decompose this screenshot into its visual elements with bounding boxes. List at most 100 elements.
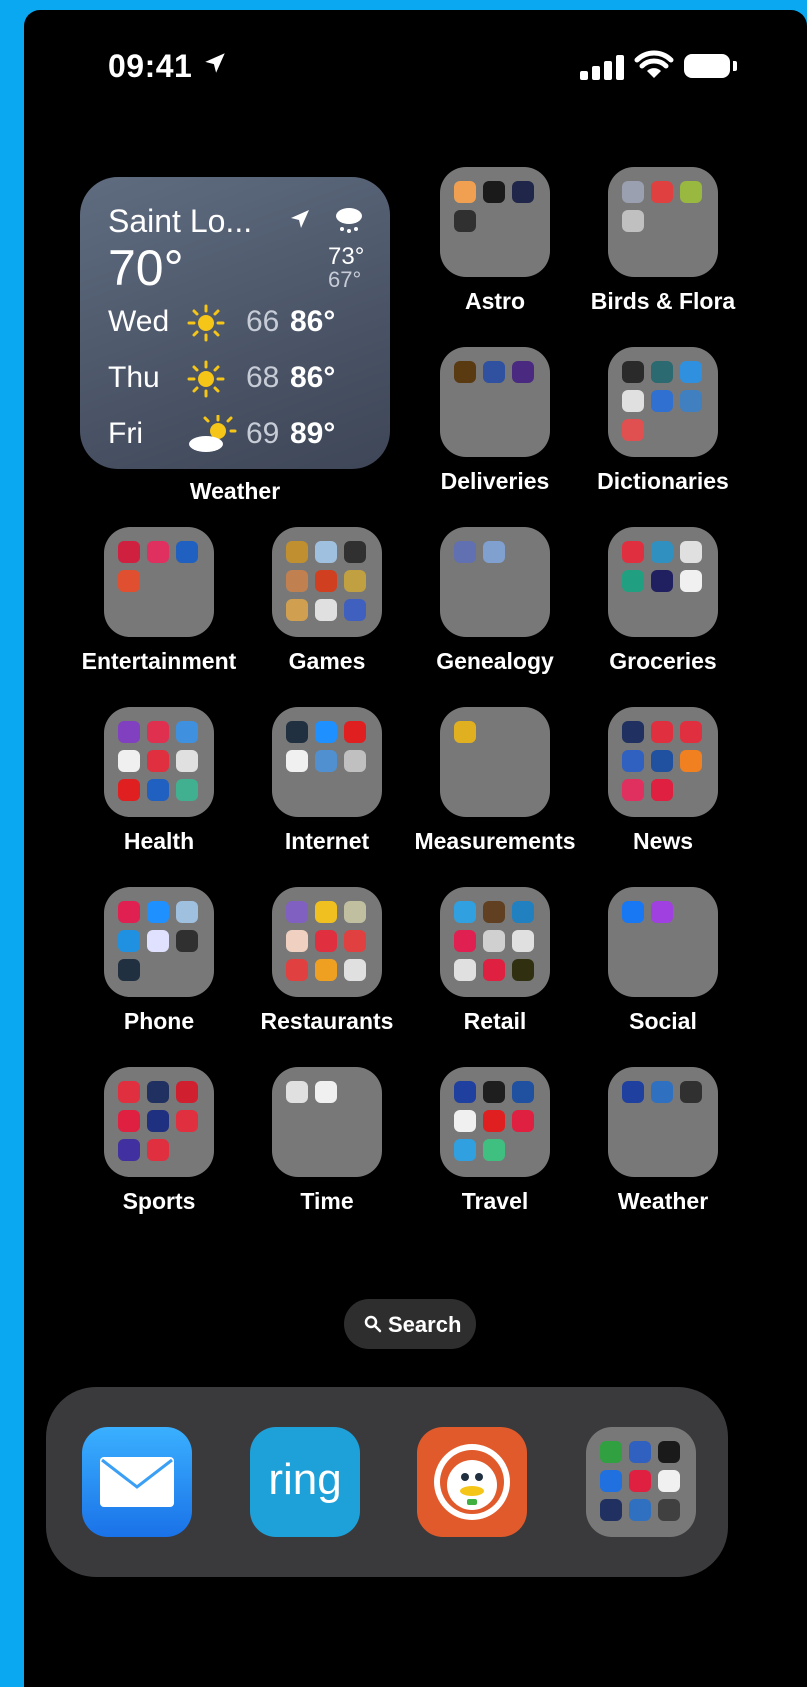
folder-label: Deliveries	[440, 468, 550, 494]
dock-folder[interactable]	[586, 1427, 696, 1537]
mini-app-icon	[344, 901, 366, 923]
mail-app-icon[interactable]	[82, 1427, 192, 1537]
mini-app-icon	[118, 1139, 140, 1161]
folder-genealogy[interactable]	[440, 527, 550, 637]
mini-app-icon	[454, 1110, 476, 1132]
mini-app-icon	[454, 959, 476, 981]
folder-time[interactable]	[272, 1067, 382, 1177]
mini-app-icon	[315, 541, 337, 563]
mini-app-icon	[176, 750, 198, 772]
dock: ring	[46, 1387, 728, 1577]
mini-app-icon	[629, 1499, 651, 1521]
folder-label: Health	[123, 828, 195, 854]
folder-label: Astro	[464, 288, 526, 314]
mini-app-icon	[286, 959, 308, 981]
mini-app-icon	[147, 1139, 169, 1161]
mini-app-icon	[454, 361, 476, 383]
weather-widget[interactable]: Saint Lo... 70° 73° 67° Wed 66 86° Thu 6…	[80, 177, 390, 469]
mini-app-icon	[315, 959, 337, 981]
mini-app-icon	[315, 721, 337, 743]
mini-app-icon	[315, 599, 337, 621]
folder-internet[interactable]	[272, 707, 382, 817]
mini-app-icon	[622, 1081, 644, 1103]
mini-app-icon	[629, 1441, 651, 1463]
mini-app-icon	[651, 541, 673, 563]
mini-app-icon	[483, 930, 505, 952]
folder-birds-flora[interactable]	[608, 167, 718, 277]
mini-app-icon	[286, 721, 308, 743]
folder-games[interactable]	[272, 527, 382, 637]
mini-app-icon	[483, 1139, 505, 1161]
cellular-signal-icon	[580, 54, 628, 80]
folder-sports[interactable]	[104, 1067, 214, 1177]
folder-label: Travel	[461, 1188, 529, 1214]
mini-app-icon	[454, 210, 476, 232]
mini-app-icon	[622, 390, 644, 412]
folder-restaurants[interactable]	[272, 887, 382, 997]
mini-app-icon	[680, 361, 702, 383]
folder-label: Weather	[617, 1188, 709, 1214]
mini-app-icon	[658, 1499, 680, 1521]
snow-cloud-icon	[336, 208, 362, 233]
battery-icon	[684, 54, 730, 78]
mini-app-icon	[680, 721, 702, 743]
home-screen: 09:41 Saint Lo... 70° 73° 67° Wed 66 86°…	[24, 10, 807, 1687]
mini-app-icon	[176, 541, 198, 563]
mini-app-icon	[622, 901, 644, 923]
mini-app-icon	[147, 721, 169, 743]
duckduckgo-app-icon[interactable]	[417, 1427, 527, 1537]
folder-retail[interactable]	[440, 887, 550, 997]
folder-measurements[interactable]	[440, 707, 550, 817]
mini-app-icon	[147, 750, 169, 772]
mini-app-icon	[483, 901, 505, 923]
folder-weather[interactable]	[608, 1067, 718, 1177]
mini-app-icon	[286, 750, 308, 772]
mini-app-icon	[622, 570, 644, 592]
sun-icon	[187, 360, 225, 398]
mini-app-icon	[147, 779, 169, 801]
folder-phone[interactable]	[104, 887, 214, 997]
mini-app-icon	[176, 901, 198, 923]
mini-app-icon	[176, 930, 198, 952]
mini-app-icon	[454, 721, 476, 743]
mini-app-icon	[315, 750, 337, 772]
folder-deliveries[interactable]	[440, 347, 550, 457]
mini-app-icon	[651, 750, 673, 772]
forecast-day: Wed	[108, 305, 170, 338]
mini-app-icon	[629, 1470, 651, 1492]
mini-app-icon	[118, 721, 140, 743]
mini-app-icon	[651, 361, 673, 383]
mini-app-icon	[344, 721, 366, 743]
mini-app-icon	[118, 750, 140, 772]
mini-app-icon	[483, 361, 505, 383]
ring-app-icon[interactable]: ring	[250, 1427, 360, 1537]
folder-label: Groceries	[609, 648, 717, 674]
folder-news[interactable]	[608, 707, 718, 817]
mini-app-icon	[454, 181, 476, 203]
mini-app-icon	[286, 599, 308, 621]
folder-dictionaries[interactable]	[608, 347, 718, 457]
folder-travel[interactable]	[440, 1067, 550, 1177]
folder-entertainment[interactable]	[104, 527, 214, 637]
folder-social[interactable]	[608, 887, 718, 997]
mini-app-icon	[483, 181, 505, 203]
forecast-row: Wed 66 86°	[108, 304, 368, 345]
mini-app-icon	[622, 750, 644, 772]
search-button[interactable]: Search	[344, 1299, 476, 1349]
folder-groceries[interactable]	[608, 527, 718, 637]
status-time: 09:41	[108, 48, 193, 84]
mini-app-icon	[512, 361, 534, 383]
mini-app-icon	[344, 570, 366, 592]
mini-app-icon	[483, 1110, 505, 1132]
folder-label: Dictionaries	[597, 468, 729, 494]
envelope-icon	[100, 1457, 174, 1507]
folder-label: News	[632, 828, 694, 854]
folder-label: Internet	[284, 828, 370, 854]
ring-app-text: ring	[268, 1455, 342, 1504]
mini-app-icon	[286, 930, 308, 952]
mini-app-icon	[118, 541, 140, 563]
folder-astro[interactable]	[440, 167, 550, 277]
folder-label: Retail	[463, 1008, 527, 1034]
folder-health[interactable]	[104, 707, 214, 817]
forecast-day: Thu	[108, 361, 160, 394]
